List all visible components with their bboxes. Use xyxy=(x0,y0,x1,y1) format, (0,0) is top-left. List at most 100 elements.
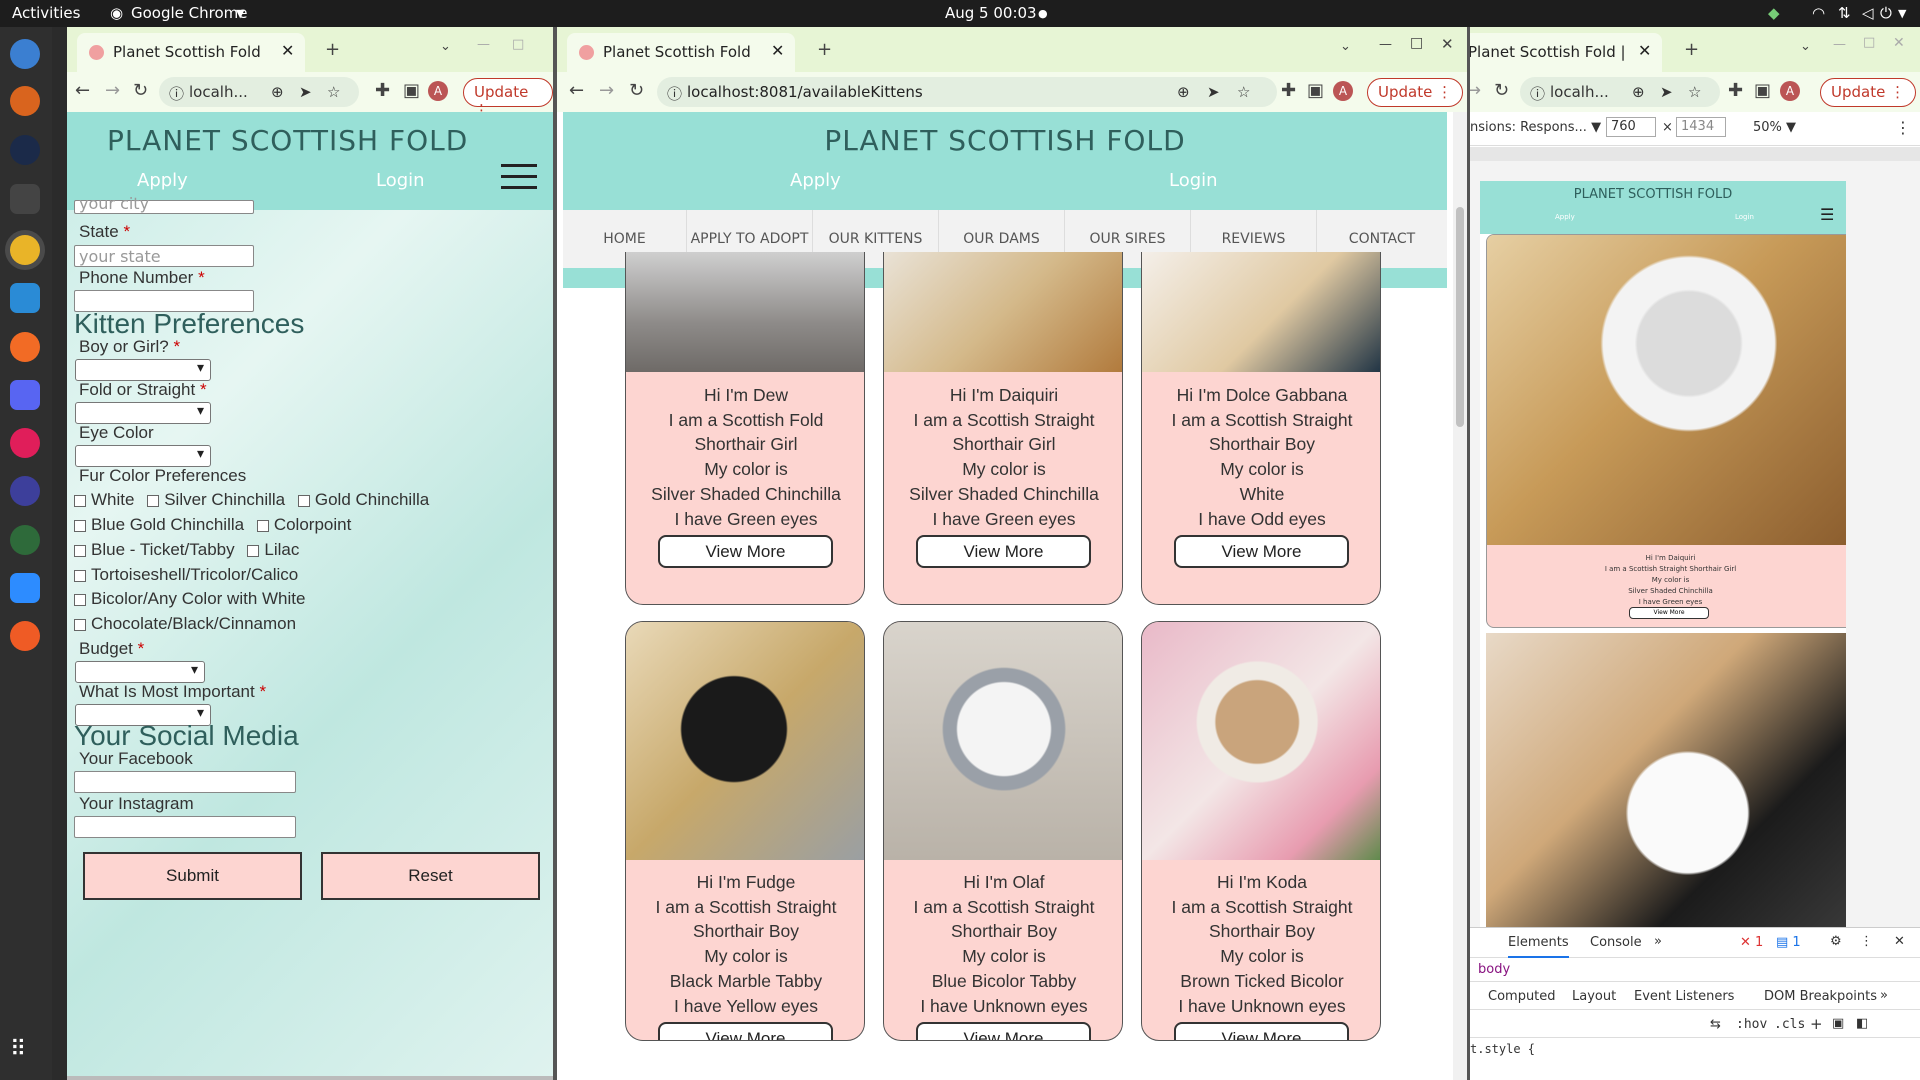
slack-icon[interactable] xyxy=(10,428,40,458)
filter-icon[interactable]: ⇆ xyxy=(1710,1017,1721,1032)
checkbox[interactable] xyxy=(74,544,86,557)
horizontal-scrollbar[interactable] xyxy=(67,1076,553,1080)
error-count-badge[interactable]: ✕ 1 xyxy=(1740,935,1763,950)
site-brand[interactable]: PLANET SCOTTISH FOLD xyxy=(563,124,1447,157)
checkbox[interactable] xyxy=(256,519,269,532)
reload-icon[interactable]: ↻ xyxy=(133,80,148,101)
cls-toggle[interactable]: .cls xyxy=(1774,1017,1805,1032)
checkbox[interactable] xyxy=(74,519,86,532)
hov-toggle[interactable]: :hov xyxy=(1736,1017,1767,1032)
login-link[interactable]: Login xyxy=(1169,170,1218,191)
zoom-icon[interactable]: ⊕ xyxy=(1177,83,1190,101)
checkbox[interactable] xyxy=(74,618,86,631)
subtab-layout[interactable]: Layout xyxy=(1572,989,1616,1004)
more-tabs-icon[interactable]: » xyxy=(1654,934,1662,949)
more-options-icon[interactable]: ⋮ xyxy=(1895,118,1911,137)
eclipse-icon[interactable] xyxy=(10,476,40,506)
budget-select[interactable] xyxy=(75,661,205,683)
eye-color-select[interactable] xyxy=(75,445,211,467)
kitten-card[interactable]: Hi I'm Dolce Gabbana I am a Scottish Stra… xyxy=(1141,252,1381,605)
site-brand[interactable]: PLANET SCOTTISH FOLD xyxy=(107,124,468,157)
checkbox[interactable] xyxy=(74,593,86,606)
login-link[interactable]: Login xyxy=(376,170,425,191)
new-tab-icon[interactable]: + xyxy=(1684,39,1699,60)
zoom-icon[interactable]: ⊕ xyxy=(1632,83,1645,101)
back-icon[interactable]: ← xyxy=(569,80,584,101)
boy-girl-select[interactable] xyxy=(75,359,211,381)
wifi-icon[interactable]: ◠ xyxy=(1812,4,1825,22)
bookmark-star-icon[interactable]: ☆ xyxy=(1688,83,1701,101)
steam-icon[interactable] xyxy=(10,135,40,165)
update-button[interactable]: Update ⋮ xyxy=(463,78,553,119)
checkbox[interactable] xyxy=(247,544,260,557)
side-panel-icon[interactable]: ▣ xyxy=(1754,80,1771,101)
width-input[interactable]: 760 xyxy=(1606,117,1656,137)
breadcrumb-body[interactable]: body xyxy=(1478,962,1510,977)
new-tab-icon[interactable]: + xyxy=(817,39,832,60)
view-more-button[interactable]: View More xyxy=(916,1022,1091,1040)
city-input[interactable]: your city xyxy=(74,194,254,214)
close-tab-icon[interactable]: ✕ xyxy=(771,41,784,60)
checkbox[interactable] xyxy=(74,494,86,507)
tab-search-icon[interactable]: ⌄ xyxy=(1340,39,1351,54)
side-panel-icon[interactable]: ▣ xyxy=(1307,80,1324,101)
hubspot-icon[interactable] xyxy=(10,525,40,555)
hamburger-menu-icon[interactable]: ☰ xyxy=(1820,205,1834,224)
back-icon[interactable]: ← xyxy=(75,80,90,101)
zoom-dropdown[interactable]: 50% ▼ xyxy=(1753,120,1796,135)
tab-search-icon[interactable]: ⌄ xyxy=(1800,39,1811,54)
bookmark-star-icon[interactable]: ☆ xyxy=(1237,83,1250,101)
activities-button[interactable]: Activities xyxy=(12,4,80,22)
update-button[interactable]: Update ⋮ xyxy=(1820,78,1917,107)
forward-icon[interactable]: → xyxy=(105,80,120,101)
discord-icon[interactable] xyxy=(10,380,40,410)
reset-button[interactable]: Reset xyxy=(321,852,540,900)
instagram-input[interactable] xyxy=(74,816,296,838)
message-count-badge[interactable]: ▤ 1 xyxy=(1776,935,1801,950)
send-icon[interactable]: ➤ xyxy=(1660,83,1673,101)
subtab-computed[interactable]: Computed xyxy=(1488,989,1556,1004)
app-menu[interactable]: Google Chrome xyxy=(131,4,248,22)
sidebar-toggle-icon[interactable]: ◧ xyxy=(1856,1016,1868,1031)
more-options-icon[interactable]: ⋮ xyxy=(1860,934,1873,949)
side-panel-icon[interactable]: ▣ xyxy=(403,80,420,101)
submit-button[interactable]: Submit xyxy=(83,852,302,900)
reload-icon[interactable]: ↻ xyxy=(1494,80,1509,101)
computed-toggle-icon[interactable]: ▣ xyxy=(1832,1016,1844,1031)
vscode-icon[interactable] xyxy=(10,283,40,313)
close-window-icon[interactable]: ✕ xyxy=(1893,35,1905,51)
postman-icon[interactable] xyxy=(10,621,40,651)
avatar[interactable]: A xyxy=(1333,81,1353,101)
more-subtabs-icon[interactable]: » xyxy=(1880,988,1888,1003)
view-more-button[interactable]: View More xyxy=(1174,1022,1349,1040)
kitten-card[interactable]: Hi I'm Fudge I am a Scottish Straight Shor… xyxy=(625,621,865,1041)
update-button[interactable]: Update ⋮ xyxy=(1367,78,1464,107)
maximize-icon[interactable]: □ xyxy=(1863,35,1875,50)
apply-link[interactable]: Apply xyxy=(790,170,841,191)
minimize-icon[interactable]: — xyxy=(1379,37,1392,52)
thunderbird-icon[interactable] xyxy=(10,39,40,69)
app-grid-icon[interactable]: ⠿ xyxy=(10,1037,40,1067)
firefox-icon[interactable] xyxy=(10,332,40,362)
address-bar[interactable]: ⓘ localh... ⊕ ➤ ☆ xyxy=(159,77,359,107)
maximize-icon[interactable]: □ xyxy=(1410,35,1423,51)
view-more-button[interactable]: View More xyxy=(1174,535,1349,568)
close-tab-icon[interactable]: ✕ xyxy=(1638,41,1651,60)
send-icon[interactable]: ➤ xyxy=(1207,83,1220,101)
fold-straight-select[interactable] xyxy=(75,402,211,424)
extensions-icon[interactable]: ✚ xyxy=(1728,80,1743,101)
zoom-icon[interactable] xyxy=(10,573,40,603)
checkbox[interactable] xyxy=(147,494,160,507)
network-icon[interactable]: ⇅ xyxy=(1838,4,1851,22)
height-input[interactable]: 1434 xyxy=(1676,117,1726,137)
add-rule-icon[interactable]: + xyxy=(1810,1015,1823,1033)
extensions-icon[interactable]: ✚ xyxy=(1281,80,1296,101)
forward-icon[interactable]: → xyxy=(599,80,614,101)
close-tab-icon[interactable]: ✕ xyxy=(281,41,294,60)
hamburger-menu-icon[interactable] xyxy=(501,164,537,189)
reload-icon[interactable]: ↻ xyxy=(629,80,644,101)
shield-icon[interactable]: ◆ xyxy=(1768,4,1780,22)
tab-console[interactable]: Console xyxy=(1590,935,1642,950)
browser-tab[interactable]: Planet Scottish Fold | Scot ✕ xyxy=(77,33,305,72)
view-more-button[interactable]: View More xyxy=(916,535,1091,568)
